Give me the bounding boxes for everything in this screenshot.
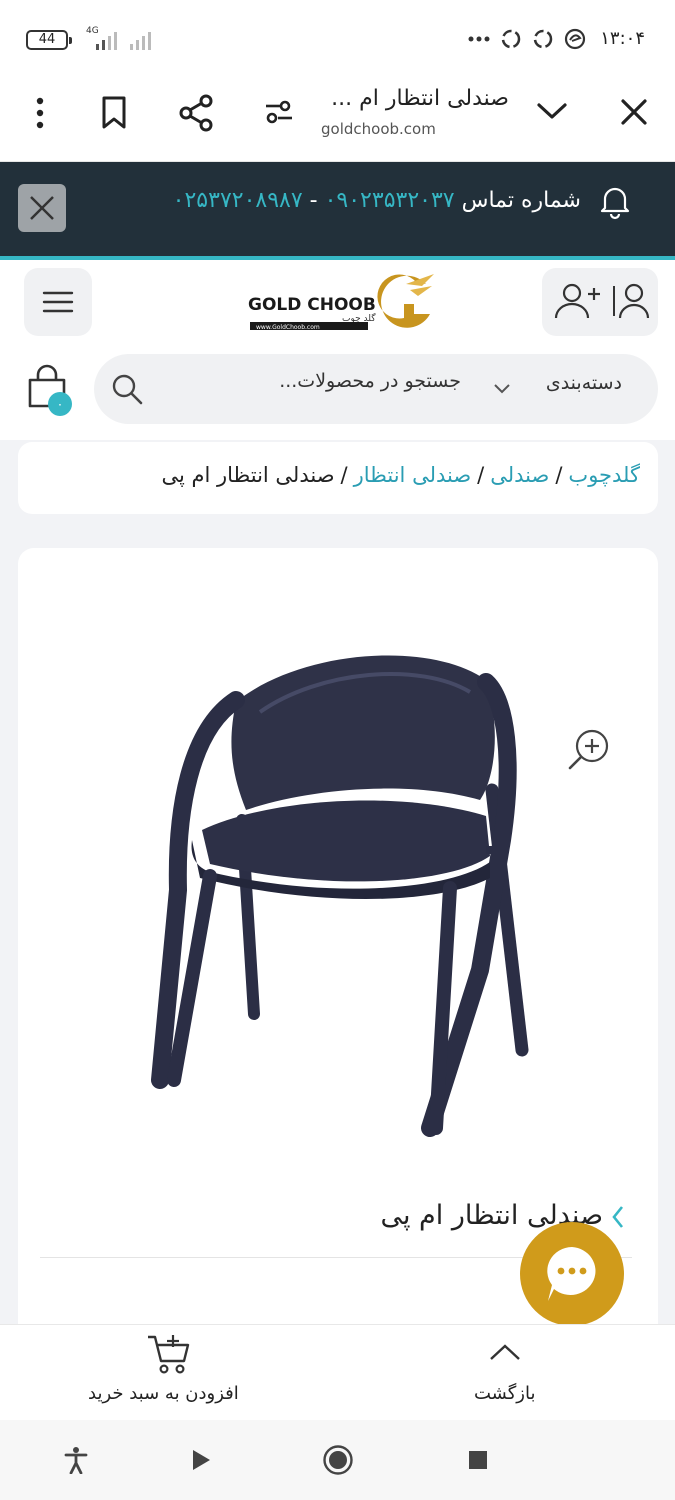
- contact-text: شماره تماس ۰۹۰۲۳۵۳۲۰۳۷ - ۰۲۵۳۷۲۰۸۹۸۷: [173, 188, 581, 213]
- bell-icon: [600, 187, 630, 220]
- category-label: دسته‌بندی: [545, 372, 622, 394]
- chevron-right-icon: [612, 1206, 624, 1228]
- sync-icon: [501, 29, 521, 49]
- close-icon: [30, 196, 54, 220]
- breadcrumb-separator: /: [340, 463, 348, 487]
- chevron-down-icon[interactable]: [536, 100, 568, 122]
- clock: ۱۳:۰۴: [600, 28, 645, 49]
- status-bar: 44 4G ۱۳:۰۴: [0, 0, 675, 80]
- site-settings-icon[interactable]: [264, 98, 294, 126]
- page-title[interactable]: صندلی انتظار ام ...: [331, 86, 509, 111]
- bookmark-icon[interactable]: [100, 96, 128, 130]
- logo-text: GOLD CHOOB: [248, 295, 376, 315]
- back-label: بازگشت: [474, 1383, 536, 1404]
- sync-2-icon: [533, 29, 553, 49]
- battery-indicator: 44: [26, 30, 72, 50]
- chevron-down-icon: [494, 384, 510, 394]
- cart-count-badge: ۰: [48, 392, 72, 416]
- chair-image: [151, 655, 529, 1137]
- accessibility-icon[interactable]: [64, 1446, 88, 1474]
- signal-bars-icon: [96, 30, 117, 50]
- contact-label: شماره تماس: [461, 188, 581, 213]
- back-button[interactable]: بازگشت: [420, 1325, 590, 1421]
- phone-separator: -: [309, 188, 318, 213]
- browser-toolbar: صندلی انتظار ام ... goldchoob.com: [0, 80, 675, 162]
- add-to-cart-button[interactable]: افزودن به سبد خرید: [70, 1325, 270, 1421]
- play-icon[interactable]: [190, 1448, 212, 1472]
- breadcrumb-chair[interactable]: صندلی: [490, 463, 549, 487]
- system-nav-bar: [0, 1420, 675, 1500]
- product-image[interactable]: [150, 640, 540, 1140]
- breadcrumb-home[interactable]: گلدچوب: [568, 463, 640, 487]
- account-button[interactable]: [542, 268, 658, 336]
- search-bar: دسته‌بندی: [94, 354, 658, 424]
- category-dropdown[interactable]: دسته‌بندی: [492, 354, 622, 424]
- phone-landline[interactable]: ۰۲۵۳۷۲۰۸۹۸۷: [173, 188, 303, 213]
- recents-icon[interactable]: [468, 1450, 488, 1470]
- breadcrumb-current: صندلی انتظار ام پی: [161, 463, 335, 487]
- status-icons: [468, 28, 586, 50]
- chat-bubble-icon: [547, 1247, 596, 1301]
- zoom-in-icon[interactable]: [566, 726, 612, 772]
- close-tab-icon[interactable]: [620, 98, 648, 126]
- logo-url: www.GoldChoob.com: [256, 324, 320, 331]
- more-dots-icon: [468, 36, 490, 42]
- cart-add-icon: [148, 1335, 190, 1374]
- overflow-menu-icon[interactable]: [32, 97, 48, 129]
- share-icon[interactable]: [178, 94, 214, 132]
- user-add-icon: [554, 283, 650, 319]
- chat-button[interactable]: [520, 1222, 624, 1326]
- browser-app-icon: [564, 28, 586, 50]
- phone-mobile[interactable]: ۰۹۰۲۳۵۳۲۰۳۷: [325, 188, 455, 213]
- breadcrumb-separator: /: [555, 463, 563, 487]
- breadcrumb: گلدچوب/صندلی/صندلی انتظار/صندلی انتظار ا…: [18, 442, 658, 514]
- search-input[interactable]: [241, 370, 461, 392]
- site-logo[interactable]: GOLD CHOOB گلد چوب www.GoldChoob.com: [246, 270, 436, 332]
- breadcrumb-separator: /: [477, 463, 485, 487]
- signal-bars-2-icon: [130, 30, 151, 50]
- menu-button[interactable]: [24, 268, 92, 336]
- add-to-cart-label: افزودن به سبد خرید: [88, 1383, 239, 1404]
- battery-level: 44: [38, 32, 56, 47]
- home-icon[interactable]: [322, 1444, 354, 1476]
- breadcrumb-waiting-chair[interactable]: صندلی انتظار: [354, 463, 472, 487]
- gold-choob-logo: GOLD CHOOB گلد چوب www.GoldChoob.com: [248, 274, 434, 331]
- url-host[interactable]: goldchoob.com: [321, 120, 436, 138]
- chevron-up-icon: [490, 1344, 520, 1360]
- search-icon[interactable]: [110, 372, 144, 406]
- hamburger-icon: [42, 291, 74, 313]
- bottom-action-bar: بازگشت افزودن به سبد خرید: [0, 1324, 675, 1420]
- notice-close-button[interactable]: [18, 184, 66, 232]
